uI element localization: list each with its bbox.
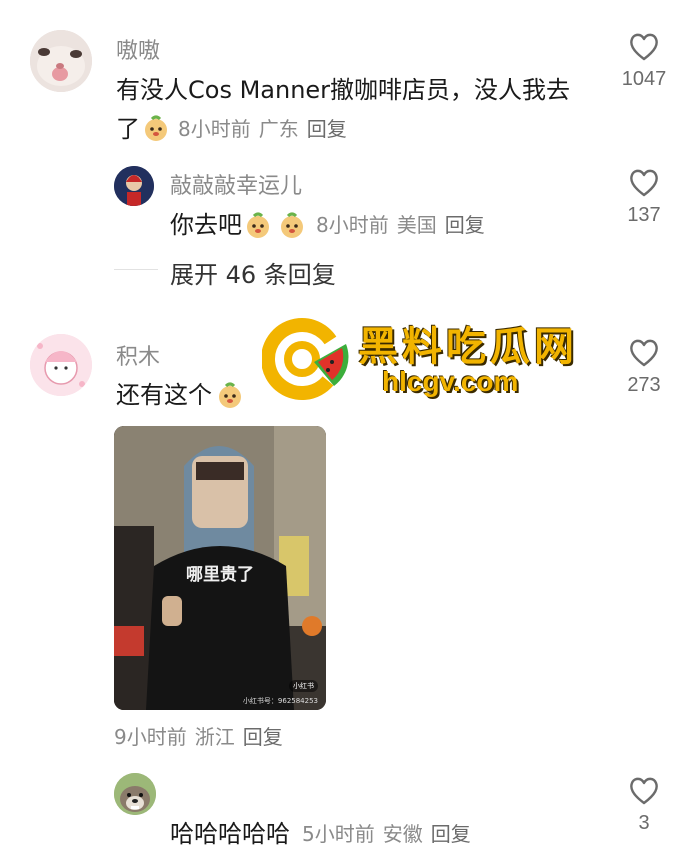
heart-icon — [630, 339, 658, 367]
like-count: 3 — [638, 812, 650, 834]
reply-text: 你去吧 — [170, 211, 242, 239]
comment-text-row: 还有这个 — [116, 375, 250, 410]
comment-time: 8小时前 — [178, 117, 251, 141]
expand-divider — [114, 269, 158, 270]
like-count: 1047 — [621, 68, 667, 90]
like-count: 137 — [627, 204, 661, 226]
reply-location: 安徽 — [382, 822, 423, 846]
heart-icon — [630, 777, 658, 805]
reply-meta: 5小时前 安徽 回复 — [302, 818, 479, 846]
reply-time: 5小时前 — [302, 822, 375, 846]
heart-icon — [630, 33, 658, 61]
reply-button[interactable]: 回复 — [431, 822, 471, 846]
heart-icon — [630, 169, 658, 197]
comment-text: 还有这个 — [116, 381, 212, 409]
comment-username[interactable]: 嗷嗷 — [116, 33, 160, 65]
comment-text: 有没人Cos Manner撤咖啡店员，没人我去 — [116, 76, 571, 104]
dog-avatar-icon — [114, 773, 156, 815]
photo-shirt-text: 哪里贵了 — [186, 565, 254, 585]
comment-text-continued: 了 — [116, 109, 140, 144]
comment-username[interactable]: 积木 — [116, 339, 160, 371]
reply-button[interactable]: 回复 — [243, 725, 283, 749]
dog-emoji-icon — [278, 211, 306, 239]
character-avatar-icon — [114, 166, 154, 206]
reply-username[interactable]: 敲敲敲幸运儿 — [170, 168, 302, 200]
expand-replies-button[interactable]: 展开 46 条回复 — [170, 255, 336, 290]
reply-text: 哈哈哈哈哈 — [170, 820, 290, 846]
dog-emoji-icon — [216, 381, 244, 409]
avatar[interactable] — [30, 334, 92, 396]
reply-time: 8小时前 — [316, 213, 389, 237]
like-button[interactable]: 137 — [604, 168, 684, 227]
watermark-title: 黑料吃瓜网 — [358, 324, 578, 370]
photo-id-tag: 小红书号：962584253 — [242, 697, 318, 705]
avatar[interactable] — [30, 30, 92, 92]
like-button[interactable]: 273 — [604, 338, 684, 397]
cat-avatar-icon — [30, 30, 92, 92]
photo-app-chip: 小红书 — [289, 680, 318, 692]
comment-meta: 9小时前 浙江 回复 — [114, 721, 291, 750]
like-count: 273 — [627, 374, 661, 396]
comment-text-line2: 了 — [116, 115, 140, 143]
reply-location: 美国 — [396, 213, 437, 237]
watermark-url: hlcgv.com — [382, 366, 519, 397]
comment-meta: 8小时前 广东 回复 — [142, 113, 355, 142]
like-button[interactable]: 3 — [604, 776, 684, 835]
dog-emoji-icon — [142, 114, 170, 142]
reply-text-row: 你去吧 — [170, 205, 312, 240]
avatar[interactable] — [114, 773, 156, 815]
comment-location: 广东 — [258, 117, 299, 141]
reply-button[interactable]: 回复 — [307, 117, 347, 141]
like-button[interactable]: 1047 — [604, 32, 684, 91]
watermark: 黑料吃瓜网 hlcgv.com — [262, 314, 602, 404]
comment-time: 9小时前 — [114, 725, 187, 749]
comment-location: 浙江 — [194, 725, 235, 749]
dog-emoji-icon — [244, 211, 272, 239]
avatar[interactable] — [114, 166, 154, 206]
melody-avatar-icon — [30, 334, 92, 396]
reply-button[interactable]: 回复 — [445, 213, 485, 237]
watermark-logo-icon — [262, 318, 349, 400]
comment-image[interactable]: 哪里贵了 小红书 小红书号：962584253 — [114, 426, 326, 710]
reply-meta: 8小时前 美国 回复 — [316, 209, 493, 238]
